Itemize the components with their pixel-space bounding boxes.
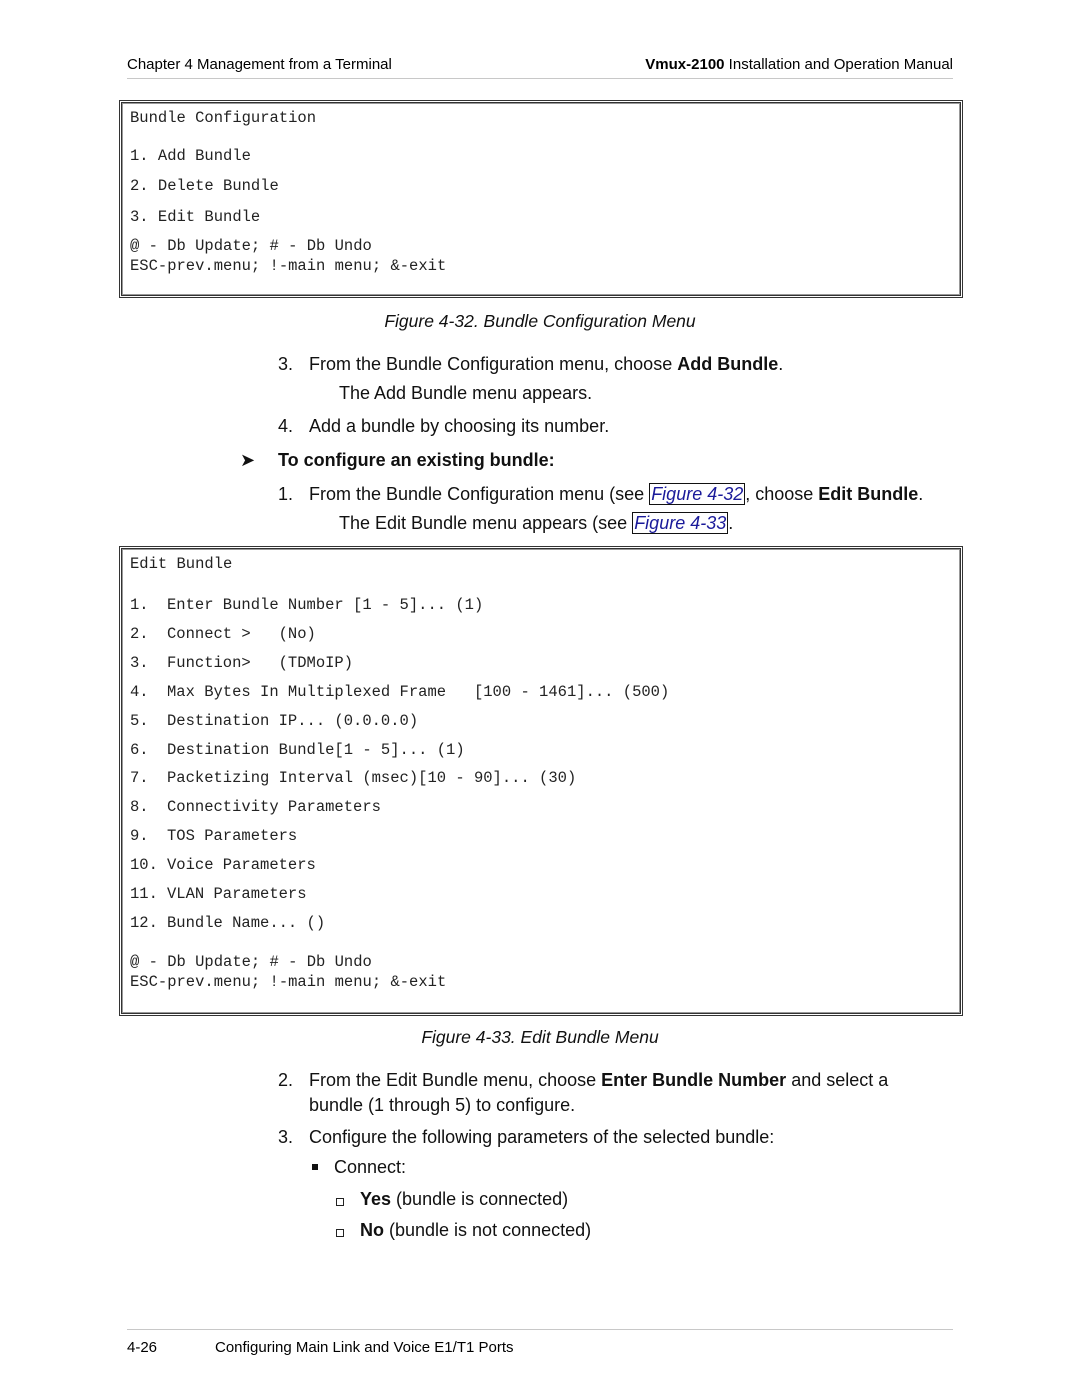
- menu-item-number: 6.: [130, 740, 149, 759]
- menu-item[interactable]: 9. TOS Parameters: [130, 827, 297, 846]
- menu-item-number: 12.: [130, 913, 158, 932]
- ui-term-edit-bundle: Edit Bundle: [818, 484, 919, 504]
- menu-item-label: Packetizing Interval (msec)[10 - 90]... …: [167, 769, 577, 788]
- menu-item[interactable]: 3. Function> (TDMoIP): [130, 653, 353, 672]
- menu-item-number: 1.: [130, 596, 149, 614]
- procedure-title: To configure an existing bundle:: [278, 450, 555, 470]
- menu-item[interactable]: 2. Connect > (No): [130, 624, 316, 643]
- arrow-icon: ➤: [240, 450, 256, 470]
- product-name: Vmux-2100: [645, 56, 725, 73]
- link-figure-4-32[interactable]: Figure 4-32: [649, 483, 746, 505]
- menu-item-number: 11.: [130, 885, 158, 903]
- manual-title: Vmux-2100 Installation and Operation Man…: [645, 56, 953, 73]
- menu-item-number: 2.: [130, 624, 149, 643]
- menu-item[interactable]: 7. Packetizing Interval (msec)[10 - 90]..…: [130, 769, 576, 788]
- terminal-nav-commands: ESC-prev.menu; !-main menu; &-exit: [130, 973, 447, 991]
- menu-item-label: Connectivity Parameters: [167, 798, 381, 817]
- procedure-step-1-result: The Edit Bundle menu appears (see Figure…: [339, 512, 734, 534]
- procedure-step-1: 1. From the Bundle Configuration menu (s…: [278, 483, 924, 505]
- step-number: 3.: [278, 354, 294, 374]
- page-footer: 4-26 Configuring Main Link and Voice E1/…: [127, 1329, 953, 1356]
- terminal-db-commands: @ - Db Update; # - Db Undo: [130, 237, 372, 255]
- step-3-configure-parameters: 3. Configure the following parameters of…: [278, 1127, 775, 1147]
- page-header: Chapter 4 Management from a Terminal Vmu…: [127, 56, 953, 79]
- ui-term-add-bundle: Add Bundle: [677, 354, 779, 374]
- terminal-db-commands: @ - Db Update; # - Db Undo: [130, 953, 372, 971]
- step-4-add-bundle-number: 4. Add a bundle by choosing its number.: [278, 416, 610, 436]
- menu-item[interactable]: 4. Max Bytes In Multiplexed Frame [100 - …: [130, 682, 669, 701]
- menu-item-delete-bundle[interactable]: 2. Delete Bundle: [130, 177, 279, 195]
- menu-item-number: 3.: [130, 653, 149, 672]
- menu-item-label: VLAN Parameters: [167, 885, 307, 903]
- ui-term-enter-bundle-number: Enter Bundle Number: [601, 1070, 787, 1090]
- menu-item-label: Voice Parameters: [167, 856, 316, 875]
- menu-item[interactable]: 11. VLAN Parameters: [130, 885, 307, 903]
- step-2-line-2: bundle (1 through 5) to configure.: [309, 1095, 576, 1115]
- bundle-configuration-terminal: Bundle Configuration 1. Add Bundle 2. De…: [119, 100, 963, 298]
- terminal-title: Edit Bundle: [130, 555, 233, 573]
- menu-item-number: 8.: [130, 798, 149, 817]
- link-figure-4-33[interactable]: Figure 4-33: [632, 512, 729, 534]
- step-3-add-bundle: 3. From the Bundle Configuration menu, c…: [278, 354, 784, 374]
- menu-item-number: 4.: [130, 682, 149, 701]
- hollow-square-bullet-icon: [336, 1198, 344, 1206]
- menu-item-label: Destination Bundle[1 - 5]... (1): [167, 740, 465, 759]
- menu-item-number: 10.: [130, 856, 158, 875]
- menu-item-edit-bundle[interactable]: 3. Edit Bundle: [130, 208, 260, 226]
- menu-item[interactable]: 1. Enter Bundle Number [1 - 5]... (1): [130, 596, 483, 614]
- section-title: Configuring Main Link and Voice E1/T1 Po…: [215, 1339, 514, 1356]
- menu-item[interactable]: 12. Bundle Name... (): [130, 913, 325, 932]
- menu-item-label: TOS Parameters: [167, 827, 298, 846]
- figure-caption-4-33: Figure 4-33. Edit Bundle Menu: [421, 1027, 659, 1047]
- menu-item-label: Connect > (No): [167, 624, 316, 643]
- page-number: 4-26: [127, 1339, 158, 1356]
- manual-name: Installation and Operation Manual: [724, 56, 953, 73]
- menu-item-label: Function> (TDMoIP): [167, 653, 354, 672]
- procedure-heading: ➤ To configure an existing bundle:: [240, 450, 555, 471]
- menu-item-label: Destination IP... (0.0.0.0): [167, 711, 419, 730]
- menu-item[interactable]: 10. Voice Parameters: [130, 856, 316, 875]
- bullet-icon: [312, 1164, 318, 1170]
- menu-item-label: Max Bytes In Multiplexed Frame [100 - 14…: [167, 682, 670, 701]
- menu-item[interactable]: 5. Destination IP... (0.0.0.0): [130, 711, 418, 730]
- terminal-nav-commands: ESC-prev.menu; !-main menu; &-exit: [130, 257, 447, 275]
- menu-item[interactable]: 6. Destination Bundle[1 - 5]... (1): [130, 740, 465, 759]
- menu-item-label: Bundle Name... (): [167, 913, 326, 932]
- menu-item-number: 9.: [130, 827, 149, 846]
- figure-caption-4-32: Figure 4-32. Bundle Configuration Menu: [384, 311, 696, 331]
- terminal-title: Bundle Configuration: [130, 109, 317, 127]
- menu-item-number: 7.: [130, 769, 149, 788]
- hollow-square-bullet-icon: [336, 1229, 344, 1237]
- menu-item-label: Enter Bundle Number [1 - 5]... (1): [167, 596, 484, 614]
- menu-item-add-bundle[interactable]: 1. Add Bundle: [130, 147, 251, 165]
- step-2-enter-bundle-number: 2. From the Edit Bundle menu, choose Ent…: [278, 1070, 889, 1090]
- chapter-title: Chapter 4 Management from a Terminal: [127, 56, 392, 73]
- edit-bundle-terminal: Edit Bundle 1. Enter Bundle Number [1 - 5…: [119, 546, 963, 1016]
- step-3-result: The Add Bundle menu appears.: [339, 383, 593, 403]
- menu-item-number: 5.: [130, 711, 149, 730]
- menu-item[interactable]: 8. Connectivity Parameters: [130, 798, 381, 817]
